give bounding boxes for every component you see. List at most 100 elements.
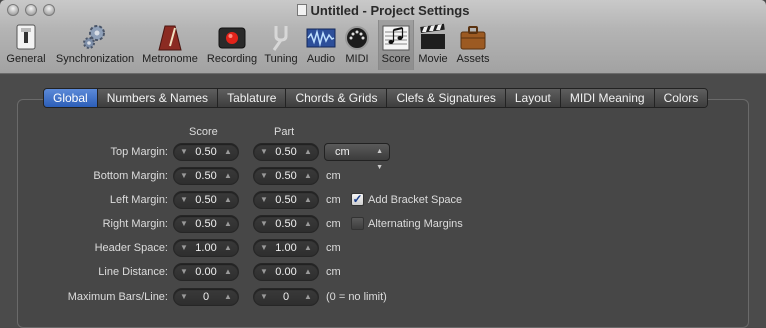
stepper-value[interactable]: 0.50 [271, 144, 301, 160]
top-margin-score-stepper[interactable]: ▼ 0.50 ▲ [173, 143, 239, 161]
toolbar-item-audio[interactable]: Audio [303, 20, 339, 70]
part-column-header: Part [274, 126, 295, 138]
stepper-up-icon[interactable]: ▲ [221, 192, 235, 208]
stepper-down-icon[interactable]: ▼ [257, 192, 271, 208]
audio-waveform-icon [306, 22, 336, 52]
toolbar-item-score[interactable]: Score [378, 20, 414, 70]
stepper-down-icon[interactable]: ▼ [177, 168, 191, 184]
alternating-margins-checkbox[interactable] [351, 217, 364, 230]
toolbar-label: MIDI [345, 53, 369, 65]
right-margin-label: Right Margin: [102, 218, 168, 230]
stepper-value[interactable]: 0 [271, 289, 301, 305]
unit-label: cm [326, 242, 341, 254]
stepper-down-icon[interactable]: ▼ [257, 264, 271, 280]
tab-global[interactable]: Global [44, 89, 98, 107]
stepper-value[interactable]: 0.50 [271, 192, 301, 208]
stepper-down-icon[interactable]: ▼ [257, 216, 271, 232]
maximum-bars-part-stepper[interactable]: ▼ 0 ▲ [253, 288, 319, 306]
project-settings-window: Untitled - Project Settings General Sync… [0, 0, 766, 328]
stepper-up-icon[interactable]: ▲ [221, 144, 235, 160]
tab-tablature[interactable]: Tablature [218, 89, 287, 107]
stepper-value[interactable]: 0.50 [271, 168, 301, 184]
right-margin-part-stepper[interactable]: ▼ 0.50 ▲ [253, 215, 319, 233]
header-space-score-stepper[interactable]: ▼ 1.00 ▲ [173, 239, 239, 257]
left-margin-part-stepper[interactable]: ▼ 0.50 ▲ [253, 191, 319, 209]
toolbar-item-tuning[interactable]: Tuning [262, 20, 300, 70]
toolbar-item-assets[interactable]: Assets [454, 20, 492, 70]
top-margin-part-stepper[interactable]: ▼ 0.50 ▲ [253, 143, 319, 161]
stepper-down-icon[interactable]: ▼ [177, 240, 191, 256]
tab-layout[interactable]: Layout [505, 89, 561, 107]
toolbar-label: Metronome [142, 53, 198, 65]
line-distance-score-stepper[interactable]: ▼ 0.00 ▲ [173, 263, 239, 281]
window-title: Untitled - Project Settings [0, 3, 766, 18]
toolbar-label: Movie [418, 53, 448, 65]
toolbar-item-recording[interactable]: Recording [204, 20, 260, 70]
stepper-down-icon[interactable]: ▼ [177, 216, 191, 232]
stepper-value[interactable]: 0.50 [191, 168, 221, 184]
toolbar-item-general[interactable]: General [4, 20, 48, 70]
maximum-bars-score-stepper[interactable]: ▼ 0 ▲ [173, 288, 239, 306]
document-icon [296, 4, 307, 16]
header-space-part-stepper[interactable]: ▼ 1.00 ▲ [253, 239, 319, 257]
stepper-up-icon[interactable]: ▲ [301, 216, 315, 232]
stepper-down-icon[interactable]: ▼ [257, 289, 271, 305]
stepper-value[interactable]: 0 [191, 289, 221, 305]
tab-midi-meaning[interactable]: MIDI Meaning [560, 89, 655, 107]
toolbar-item-synchronization[interactable]: Synchronization [54, 20, 136, 70]
left-margin-score-stepper[interactable]: ▼ 0.50 ▲ [173, 191, 239, 209]
unit-select[interactable]: cm ▲ ▼ [324, 143, 390, 171]
tab-clefs-signatures[interactable]: Clefs & Signatures [387, 89, 506, 107]
stepper-up-icon[interactable]: ▲ [301, 264, 315, 280]
record-icon [217, 22, 247, 52]
stepper-value[interactable]: 0.50 [191, 144, 221, 160]
stepper-down-icon[interactable]: ▼ [177, 144, 191, 160]
score-notes-icon [381, 22, 411, 52]
toolbar-item-movie[interactable]: Movie [416, 20, 450, 70]
stepper-up-icon[interactable]: ▲ [221, 216, 235, 232]
alternating-margins-label[interactable]: Alternating Margins [368, 218, 463, 230]
right-margin-score-stepper[interactable]: ▼ 0.50 ▲ [173, 215, 239, 233]
unit-select-value: cm [335, 146, 350, 158]
no-limit-hint: (0 = no limit) [326, 291, 387, 303]
toolbar-item-midi[interactable]: MIDI [342, 20, 372, 70]
top-margin-label: Top Margin: [110, 146, 168, 158]
stepper-value[interactable]: 0.00 [271, 264, 301, 280]
toolbar-item-metronome[interactable]: Metronome [140, 20, 200, 70]
tab-chords-grids[interactable]: Chords & Grids [286, 89, 388, 107]
stepper-down-icon[interactable]: ▼ [257, 168, 271, 184]
stepper-up-icon[interactable]: ▲ [301, 240, 315, 256]
stepper-value[interactable]: 0.50 [191, 216, 221, 232]
stepper-down-icon[interactable]: ▼ [177, 264, 191, 280]
tab-colors[interactable]: Colors [654, 89, 708, 107]
line-distance-part-stepper[interactable]: ▼ 0.00 ▲ [253, 263, 319, 281]
tab-numbers-names[interactable]: Numbers & Names [97, 89, 219, 107]
updown-arrows-icon: ▲ ▼ [376, 148, 383, 171]
stepper-value[interactable]: 0.00 [191, 264, 221, 280]
add-bracket-space-checkbox[interactable]: ✓ [351, 193, 364, 206]
add-bracket-space-label[interactable]: Add Bracket Space [368, 194, 462, 206]
bottom-margin-label: Bottom Margin: [93, 170, 168, 182]
settings-content: Global Numbers & Names Tablature Chords … [0, 75, 766, 328]
stepper-down-icon[interactable]: ▼ [177, 192, 191, 208]
stepper-up-icon[interactable]: ▲ [301, 192, 315, 208]
stepper-down-icon[interactable]: ▼ [257, 144, 271, 160]
briefcase-icon [458, 22, 488, 52]
stepper-value[interactable]: 0.50 [271, 216, 301, 232]
stepper-down-icon[interactable]: ▼ [177, 289, 191, 305]
stepper-up-icon[interactable]: ▲ [221, 240, 235, 256]
stepper-value[interactable]: 0.50 [191, 192, 221, 208]
stepper-down-icon[interactable]: ▼ [257, 240, 271, 256]
stepper-value[interactable]: 1.00 [191, 240, 221, 256]
left-margin-label: Left Margin: [109, 194, 168, 206]
stepper-up-icon[interactable]: ▲ [301, 144, 315, 160]
stepper-up-icon[interactable]: ▲ [221, 289, 235, 305]
stepper-up-icon[interactable]: ▲ [301, 168, 315, 184]
bottom-margin-part-stepper[interactable]: ▼ 0.50 ▲ [253, 167, 319, 185]
bottom-margin-score-stepper[interactable]: ▼ 0.50 ▲ [173, 167, 239, 185]
toolbar-label: Recording [206, 53, 258, 65]
stepper-up-icon[interactable]: ▲ [221, 168, 235, 184]
stepper-up-icon[interactable]: ▲ [301, 289, 315, 305]
stepper-value[interactable]: 1.00 [271, 240, 301, 256]
stepper-up-icon[interactable]: ▲ [221, 264, 235, 280]
